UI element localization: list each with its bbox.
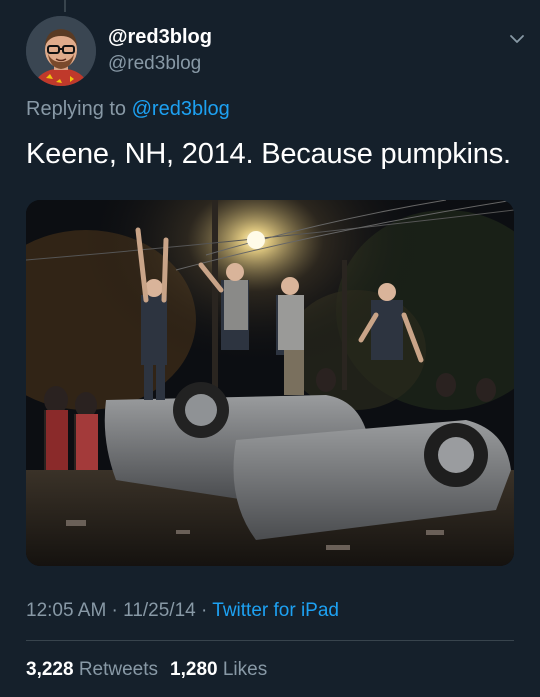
divider xyxy=(26,640,514,641)
tweet-text: Keene, NH, 2014. Because pumpkins. xyxy=(26,138,511,170)
avatar[interactable] xyxy=(26,16,96,86)
retweets-count: 3,228 xyxy=(26,659,74,680)
replying-to: Replying to @red3blog xyxy=(26,98,230,121)
likes-count: 1,280 xyxy=(170,659,218,680)
display-name[interactable]: @red3blog xyxy=(108,26,212,49)
tweet-stats: 3,228 Retweets 1,280 Likes xyxy=(26,659,267,681)
tweet-photo[interactable] xyxy=(26,200,514,566)
retweets-stat[interactable]: 3,228 Retweets xyxy=(26,659,158,680)
photo-overturned-car-crowd xyxy=(26,200,514,566)
meta-separator: · xyxy=(195,600,213,621)
meta-separator: · xyxy=(106,600,124,621)
thread-connector-line xyxy=(64,0,66,12)
reply-mention-link[interactable]: @red3blog xyxy=(132,98,230,120)
likes-stat[interactable]: 1,280 Likes xyxy=(170,659,267,680)
tweet-header: @red3blog @red3blog xyxy=(26,16,526,88)
user-handle[interactable]: @red3blog xyxy=(108,53,212,75)
retweets-label: Retweets xyxy=(78,659,159,680)
tweet-time[interactable]: 12:05 AM xyxy=(26,600,106,621)
chevron-down-icon[interactable] xyxy=(508,30,526,48)
tweet-date[interactable]: 11/25/14 xyxy=(123,600,196,621)
replying-to-prefix: Replying to xyxy=(26,98,132,120)
user-names[interactable]: @red3blog @red3blog xyxy=(108,26,212,75)
likes-label: Likes xyxy=(222,659,268,680)
avatar-image xyxy=(26,16,96,86)
tweet-source-link[interactable]: Twitter for iPad xyxy=(212,600,339,621)
tweet-meta: 12:05 AM · 11/25/14 · Twitter for iPad xyxy=(26,600,339,622)
